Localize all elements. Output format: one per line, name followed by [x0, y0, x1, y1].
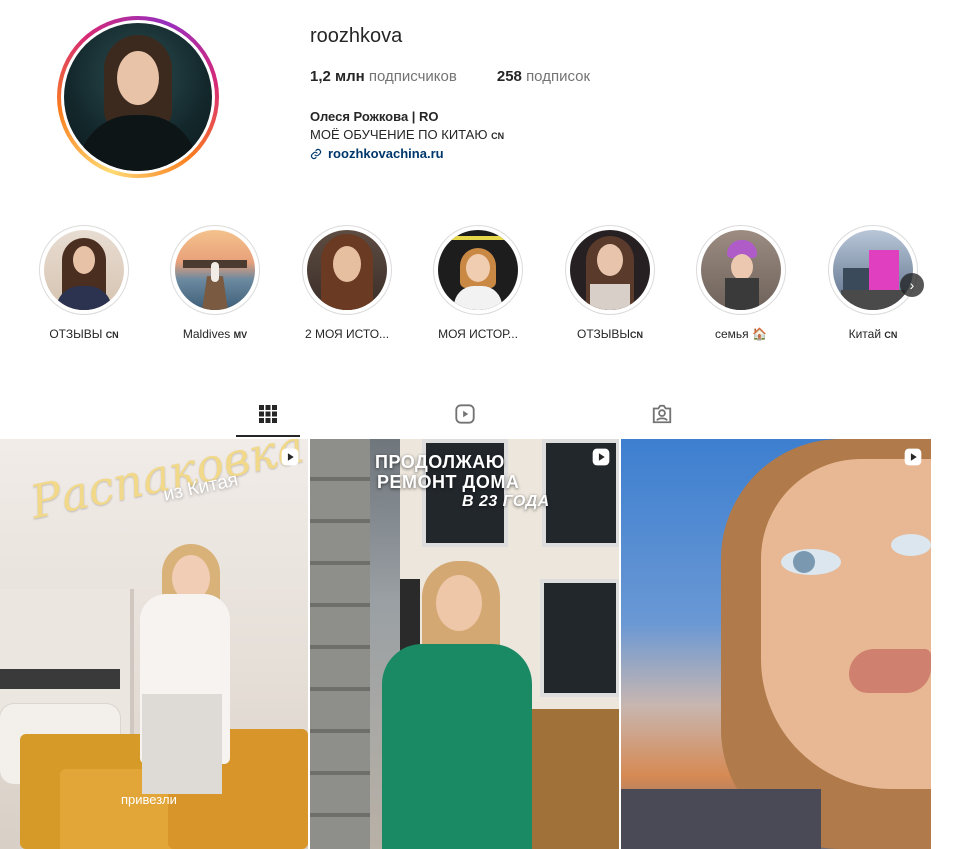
- highlight-label: 2 МОЯ ИСТО...: [304, 327, 390, 341]
- tab-reels[interactable]: [453, 402, 477, 426]
- flag-cn: CN: [491, 131, 505, 141]
- reel-badge-icon: [592, 448, 610, 466]
- tagged-icon: [652, 404, 672, 424]
- post-caption: привезли: [121, 792, 177, 807]
- highlight-label: ОТЗЫВЫ CN: [49, 327, 119, 341]
- link-icon: [310, 148, 322, 160]
- profile-avatar-ring[interactable]: [57, 16, 219, 178]
- active-tab-indicator: [236, 435, 300, 437]
- followers-count: 1,2 млн: [310, 68, 365, 85]
- post-2[interactable]: ПРОДОЛЖАЮ РЕМОНТ ДОМА В 23 ГОДА: [310, 439, 619, 849]
- highlight-otzyvy-1[interactable]: ОТЗЫВЫ CN: [24, 225, 144, 341]
- post-title-line3: В 23 ГОДА: [462, 493, 550, 510]
- highlight-otzyvy-2[interactable]: ОТЗЫВЫCN: [550, 225, 670, 341]
- highlight-label: МОЯ ИСТОР...: [438, 327, 518, 341]
- chevron-right-icon: ›: [909, 277, 915, 293]
- following-count: 258: [496, 68, 522, 85]
- post-3[interactable]: [621, 439, 931, 849]
- profile-full-name: Олеся Рожкова | RO: [310, 109, 439, 124]
- reels-icon: [455, 404, 475, 424]
- highlight-istoriya-2[interactable]: 2 МОЯ ИСТО...: [287, 225, 407, 341]
- highlight-semya[interactable]: семья 🏠: [681, 225, 801, 341]
- post-title-line2: РЕМОНТ ДОМА: [377, 472, 520, 492]
- website-link[interactable]: roozhkovachina.ru: [310, 145, 504, 163]
- reel-badge-icon: [904, 448, 922, 466]
- profile-tabs: [0, 393, 953, 438]
- post-1[interactable]: Распаковка из Китая привезли: [0, 439, 308, 849]
- followers-stat[interactable]: 1,2 млн подписчиков: [310, 68, 457, 85]
- highlight-label: Maldives MV: [182, 327, 248, 341]
- website-text: roozhkovachina.ru: [328, 146, 444, 161]
- highlight-label: Китай CN: [848, 327, 898, 341]
- post-title-line1: ПРОДОЛЖАЮ: [375, 452, 505, 472]
- profile-stats: 1,2 млн подписчиков 258 подписок: [310, 68, 590, 85]
- highlight-maldives[interactable]: Maldives MV: [155, 225, 275, 341]
- avatar-gap: [61, 20, 215, 174]
- profile-bio: Олеся Рожкова | RO МОЁ ОБУЧЕНИЕ ПО КИТАЮ…: [310, 108, 504, 163]
- following-stat[interactable]: 258 подписок: [497, 68, 590, 85]
- tab-tagged[interactable]: [650, 402, 674, 426]
- highlights-next-button[interactable]: ›: [900, 273, 924, 297]
- story-highlights: ОТЗЫВЫ CN Maldives MV 2 МОЯ ИСТО... МОЯ …: [0, 225, 953, 345]
- avatar[interactable]: [64, 23, 212, 171]
- highlight-istoriya[interactable]: МОЯ ИСТОР...: [418, 225, 538, 341]
- highlight-label: ОТЗЫВЫCN: [576, 327, 644, 341]
- grid-icon: [259, 405, 277, 423]
- highlight-label: семья 🏠: [715, 327, 767, 341]
- profile-username: roozhkova: [310, 25, 403, 47]
- tab-posts[interactable]: [256, 402, 280, 426]
- bio-line: МОЁ ОБУЧЕНИЕ ПО КИТАЮ CN: [310, 127, 505, 142]
- following-label: подписок: [526, 68, 591, 85]
- followers-label: подписчиков: [368, 68, 457, 85]
- reel-badge-icon: [281, 448, 299, 466]
